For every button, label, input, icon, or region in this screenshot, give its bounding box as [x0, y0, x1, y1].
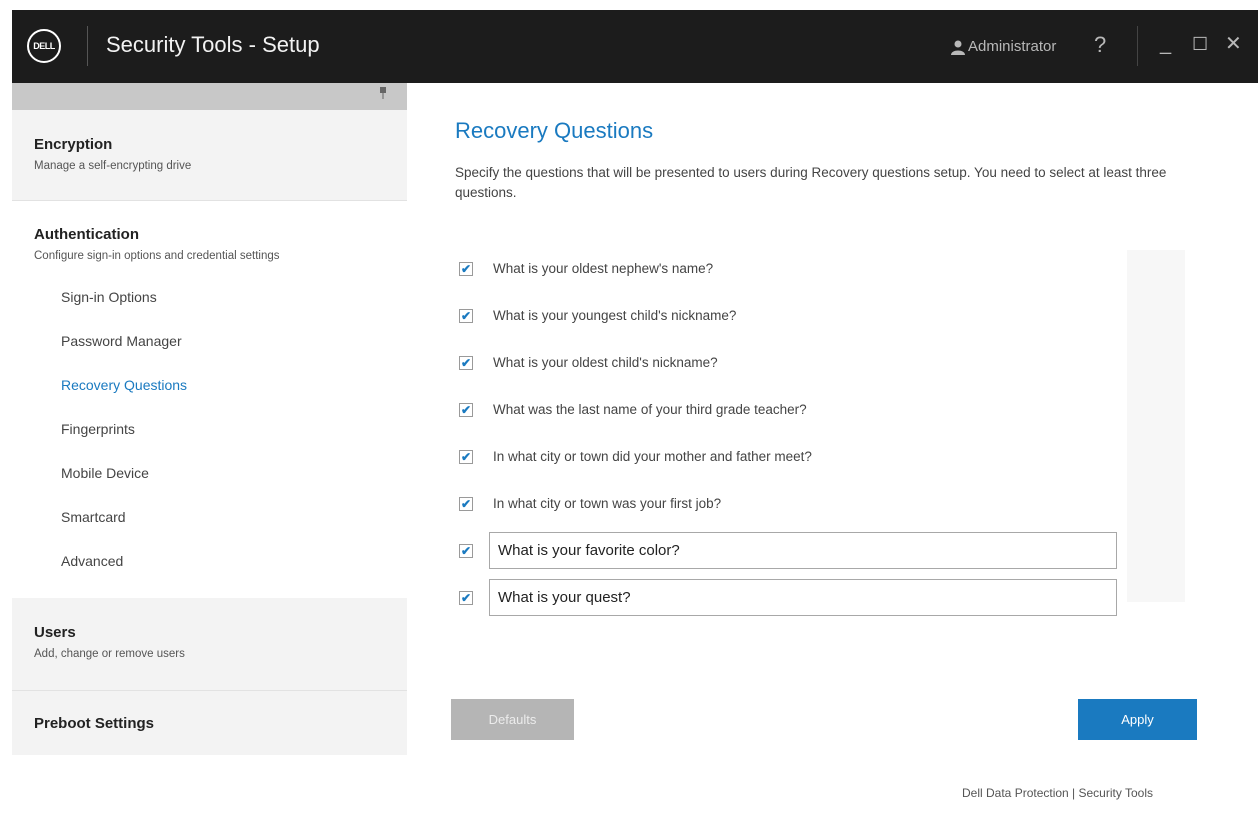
- users-title: Users: [34, 624, 76, 641]
- check-icon: ✔: [460, 309, 472, 323]
- authentication-subtitle: Configure sign-in options and credential…: [34, 250, 280, 262]
- question-label: What is your youngest child's nickname?: [493, 308, 737, 323]
- app-title: Security Tools - Setup: [106, 32, 320, 57]
- question-label: In what city or town did your mother and…: [493, 449, 812, 464]
- sidebar-item-advanced[interactable]: Advanced: [61, 553, 123, 569]
- footer-brand: Dell Data Protection | Security Tools: [962, 786, 1153, 800]
- check-icon: ✔: [460, 356, 472, 370]
- user-menu[interactable]: Administrator: [950, 38, 1056, 55]
- sidebar-item-recovery-questions[interactable]: Recovery Questions: [61, 377, 187, 393]
- check-icon: ✔: [460, 544, 472, 558]
- authentication-title[interactable]: Authentication: [34, 226, 139, 243]
- apply-button[interactable]: Apply: [1078, 699, 1197, 740]
- sidebar-item-fingerprints[interactable]: Fingerprints: [61, 421, 135, 437]
- page-description: Specify the questions that will be prese…: [455, 165, 1167, 200]
- titlebar-divider: [1137, 26, 1138, 66]
- question-checkbox[interactable]: ✔: [459, 262, 473, 276]
- minimize-button[interactable]: _: [1160, 34, 1171, 54]
- sidebar-section-users[interactable]: Users Add, change or remove users: [12, 598, 407, 690]
- title-divider: [87, 26, 88, 66]
- check-icon: ✔: [460, 497, 472, 511]
- sidebar-item-smartcard[interactable]: Smartcard: [61, 509, 126, 525]
- custom-question-input[interactable]: [489, 579, 1117, 616]
- dell-logo: DELL: [27, 29, 61, 63]
- question-label: What is your oldest nephew's name?: [493, 261, 714, 276]
- question-checkbox[interactable]: ✔: [459, 309, 473, 323]
- help-icon[interactable]: ?: [1094, 32, 1106, 58]
- encryption-title: Encryption: [34, 136, 113, 153]
- page-title: Recovery Questions: [455, 118, 654, 143]
- question-label: What is your oldest child's nickname?: [493, 355, 718, 370]
- sidebar-pin-bar: [12, 83, 407, 110]
- sidebar-item-password-manager[interactable]: Password Manager: [61, 333, 182, 349]
- check-icon: ✔: [460, 403, 472, 417]
- custom-question-checkbox[interactable]: ✔: [459, 544, 473, 558]
- question-label: In what city or town was your first job?: [493, 496, 722, 511]
- question-checkbox[interactable]: ✔: [459, 497, 473, 511]
- custom-question-checkbox[interactable]: ✔: [459, 591, 473, 605]
- preboot-title: Preboot Settings: [34, 715, 155, 732]
- check-icon: ✔: [460, 591, 472, 605]
- check-icon: ✔: [460, 450, 472, 464]
- close-button[interactable]: ✕: [1225, 34, 1242, 54]
- defaults-button[interactable]: Defaults: [451, 699, 574, 740]
- sidebar-section-authentication: Authentication Configure sign-in options…: [12, 201, 407, 598]
- title-bar: DELL Security Tools - Setup Administrato…: [12, 10, 1258, 83]
- sidebar-item-sign-in-options[interactable]: Sign-in Options: [61, 289, 157, 305]
- question-checkbox[interactable]: ✔: [459, 450, 473, 464]
- question-checkbox[interactable]: ✔: [459, 356, 473, 370]
- sidebar: Encryption Manage a self-encrypting driv…: [12, 83, 407, 814]
- custom-question-input[interactable]: [489, 532, 1117, 569]
- sidebar-section-preboot[interactable]: Preboot Settings: [12, 691, 407, 755]
- question-checkbox[interactable]: ✔: [459, 403, 473, 417]
- maximize-button[interactable]: ☐: [1192, 34, 1208, 54]
- sidebar-item-mobile-device[interactable]: Mobile Device: [61, 465, 149, 481]
- encryption-subtitle: Manage a self-encrypting drive: [34, 160, 192, 172]
- users-subtitle: Add, change or remove users: [34, 648, 185, 660]
- user-icon: [950, 39, 966, 55]
- question-label: What was the last name of your third gra…: [493, 402, 807, 417]
- sidebar-section-encryption[interactable]: Encryption Manage a self-encrypting driv…: [12, 110, 407, 200]
- user-name: Administrator: [968, 38, 1057, 55]
- check-icon: ✔: [460, 262, 472, 276]
- questions-list-panel: [1127, 250, 1185, 602]
- pin-icon[interactable]: [379, 87, 387, 102]
